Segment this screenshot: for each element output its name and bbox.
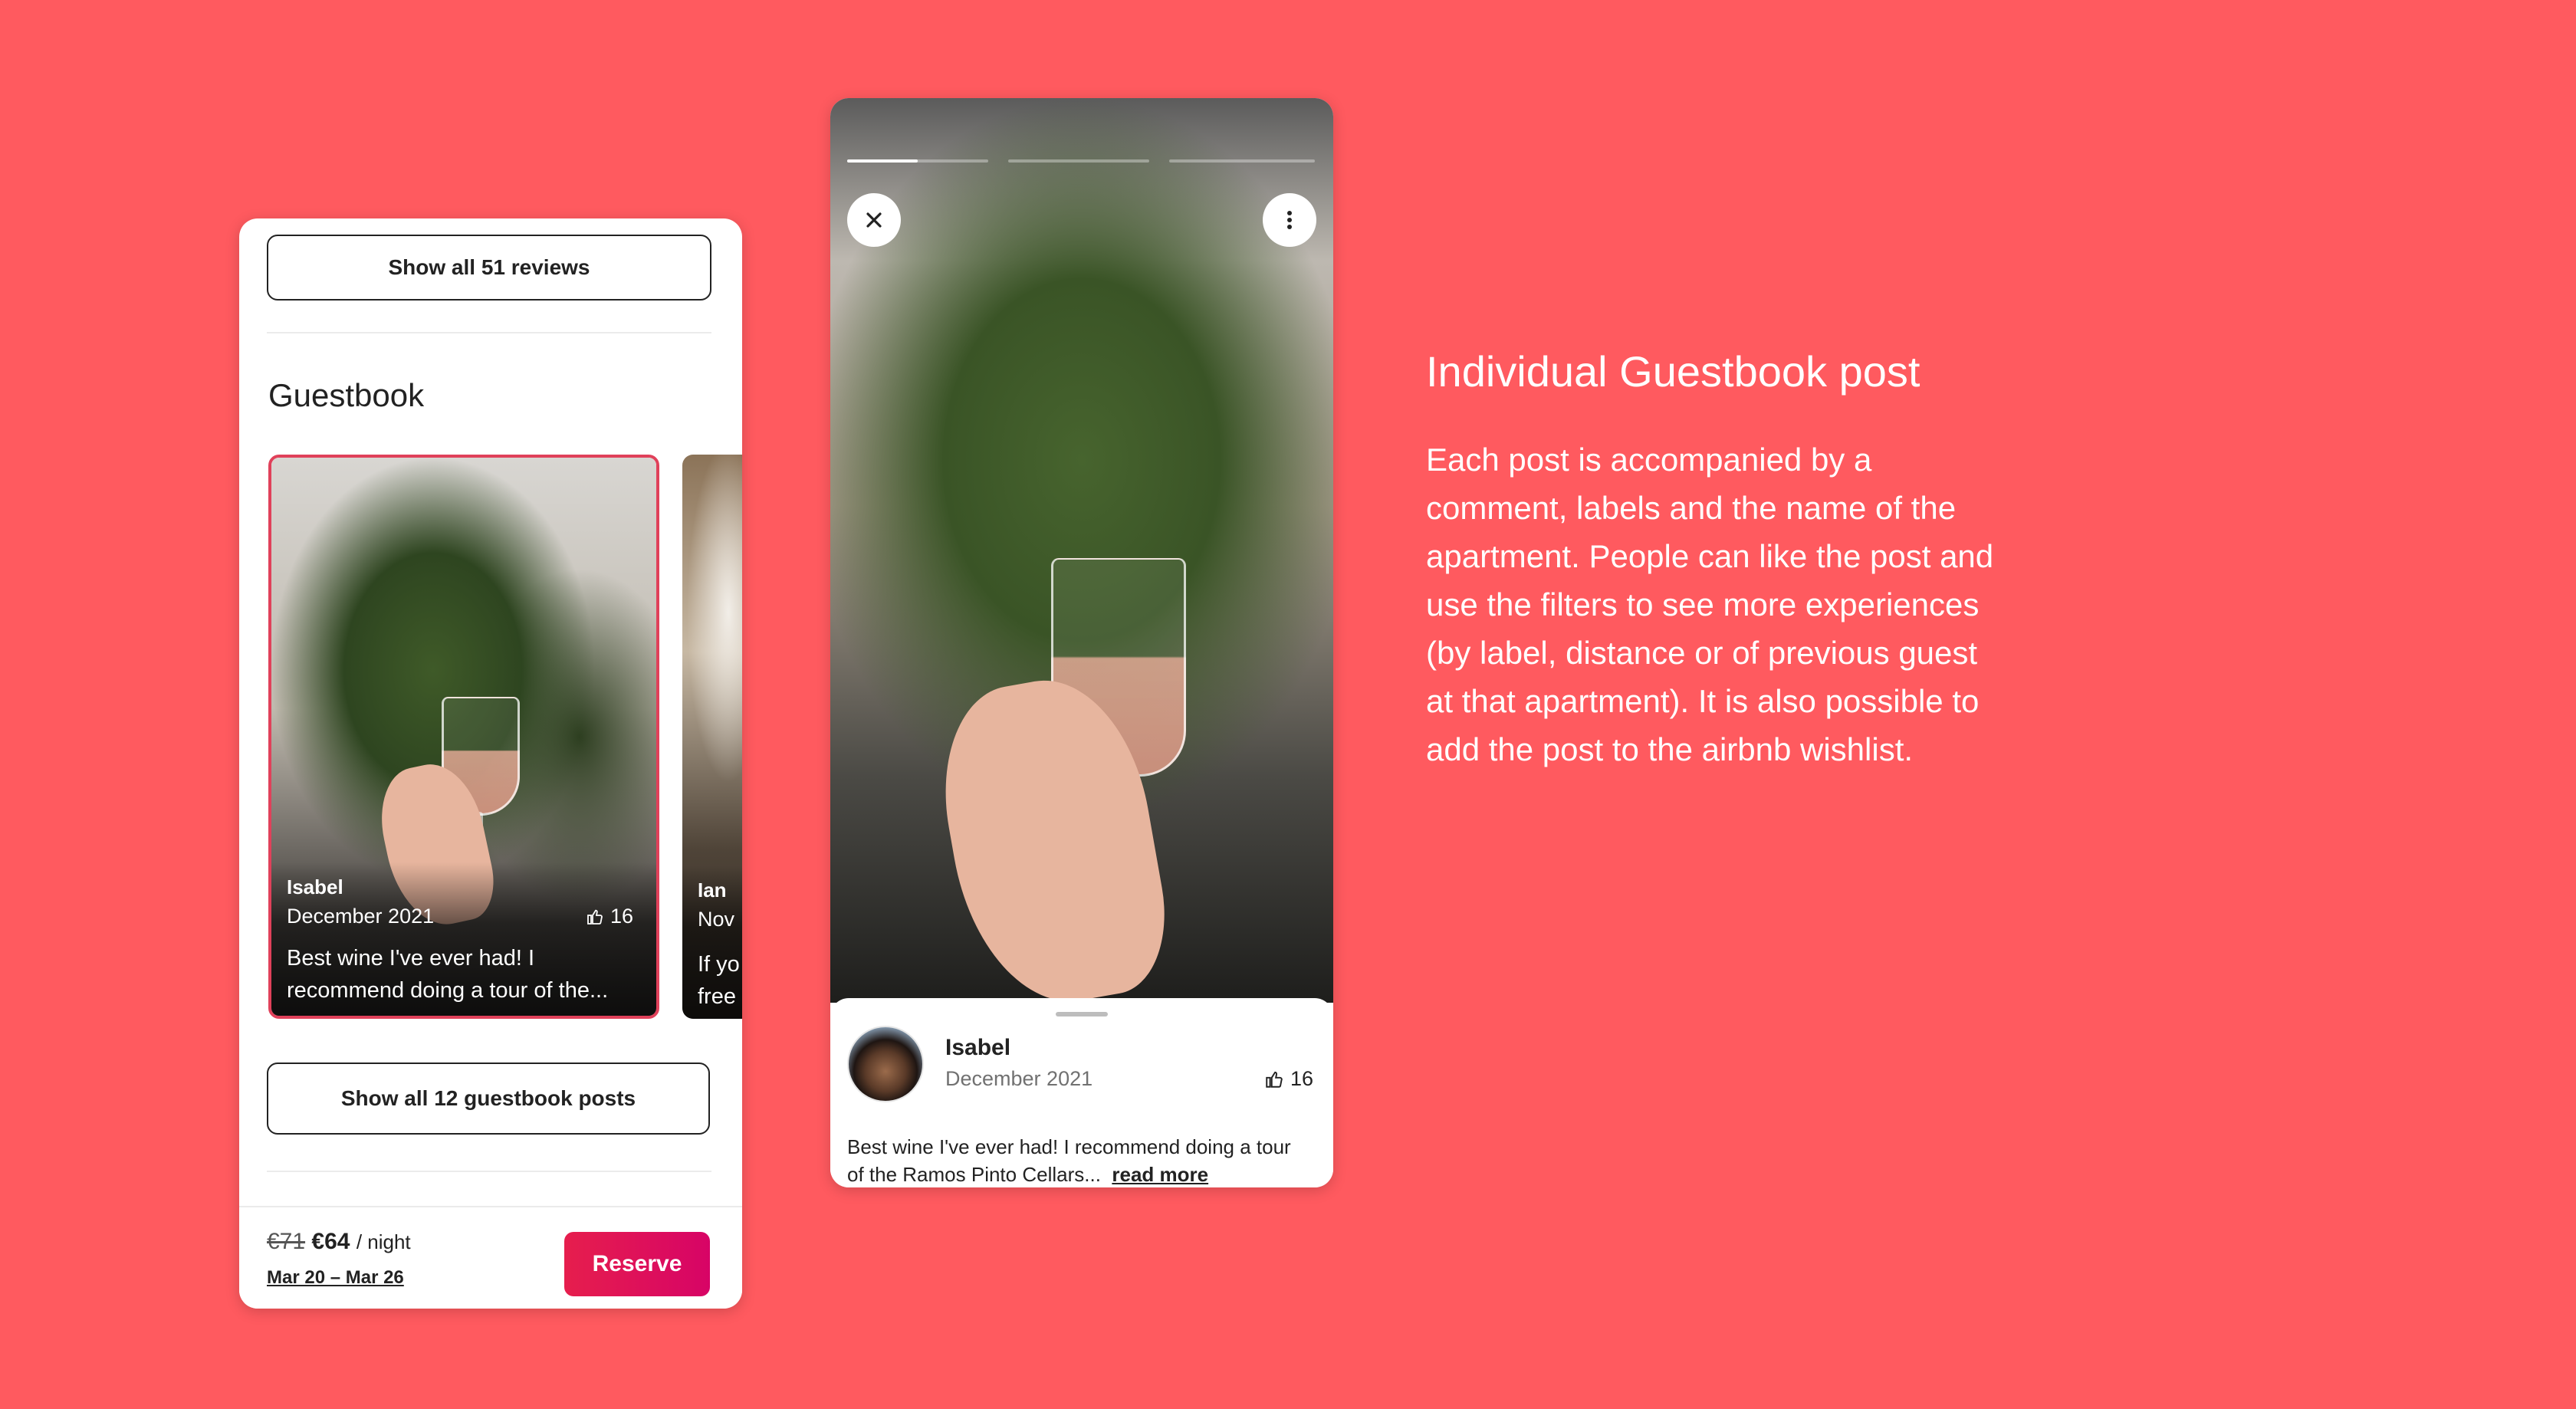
post-date: December 2021 — [945, 1067, 1093, 1090]
more-options-button[interactable] — [1263, 193, 1316, 247]
card-date: December 2021 — [287, 905, 435, 928]
card-date: Nov — [698, 908, 735, 931]
show-all-reviews-button[interactable]: Show all 51 reviews — [267, 235, 711, 301]
page-heading: Individual Guestbook post — [1426, 347, 1921, 396]
listing-phone-screen: Show all 51 reviews Guestbook Isabel Dec… — [239, 218, 742, 1309]
divider — [267, 1171, 711, 1172]
card-author-name: Ian — [698, 879, 727, 902]
story-progress-segment-2 — [1008, 159, 1149, 163]
card-comment: Best wine I've ever had! I recommend doi… — [287, 946, 609, 1003]
story-progress-fill — [847, 159, 918, 163]
date-range-link[interactable]: Mar 20 – Mar 26 — [267, 1267, 404, 1289]
card-likes-count: 16 — [610, 905, 633, 928]
show-all-guestbook-posts-button[interactable]: Show all 12 guestbook posts — [267, 1062, 710, 1135]
reservation-bar: €71 €64 / night Mar 20 – Mar 26 Reserve — [239, 1206, 742, 1309]
card-author-name: Isabel — [287, 875, 343, 898]
guestbook-post-screen: Isabel December 2021 16 Best wine I've e… — [830, 98, 1333, 1187]
avatar[interactable] — [847, 1026, 924, 1102]
sheet-drag-handle[interactable] — [1056, 1012, 1108, 1017]
thumbs-up-icon — [587, 909, 603, 925]
price: €71 €64 / night — [267, 1229, 411, 1255]
story-progress-segment-3 — [1169, 159, 1315, 163]
price-original: €71 — [267, 1229, 306, 1254]
post-details-sheet: Isabel December 2021 16 Best wine I've e… — [830, 998, 1333, 1187]
post-comment-text: Best wine I've ever had! I recommend doi… — [847, 1135, 1291, 1186]
like-button[interactable]: 16 — [1264, 1067, 1313, 1091]
close-button[interactable] — [847, 193, 901, 247]
close-icon — [866, 212, 882, 228]
reserve-button[interactable]: Reserve — [564, 1232, 710, 1296]
more-vertical-icon — [1287, 211, 1292, 229]
divider — [267, 332, 711, 333]
likes-count: 16 — [1290, 1067, 1313, 1090]
guestbook-title: Guestbook — [268, 377, 425, 413]
description-paragraph: Each post is accompanied by a comment, l… — [1426, 442, 1994, 767]
read-more-link[interactable]: read more — [1112, 1163, 1208, 1186]
post-author-name: Isabel — [945, 1035, 1011, 1060]
guestbook-card-next[interactable]: Ian Nov If yo free — [682, 455, 742, 1019]
card-comment-line: If yo — [698, 952, 740, 977]
thumbs-up-icon — [1266, 1071, 1283, 1088]
guestbook-card[interactable]: Isabel December 2021 16 Best wine I've e… — [268, 455, 659, 1019]
post-comment: Best wine I've ever had! I recommend doi… — [847, 1133, 1303, 1187]
card-likes[interactable]: 16 — [586, 905, 633, 928]
price-unit: / night — [356, 1230, 411, 1253]
price-discounted: €64 — [311, 1229, 350, 1254]
card-comment-line: free — [698, 984, 736, 1009]
story-progress-segment-1 — [847, 159, 988, 163]
